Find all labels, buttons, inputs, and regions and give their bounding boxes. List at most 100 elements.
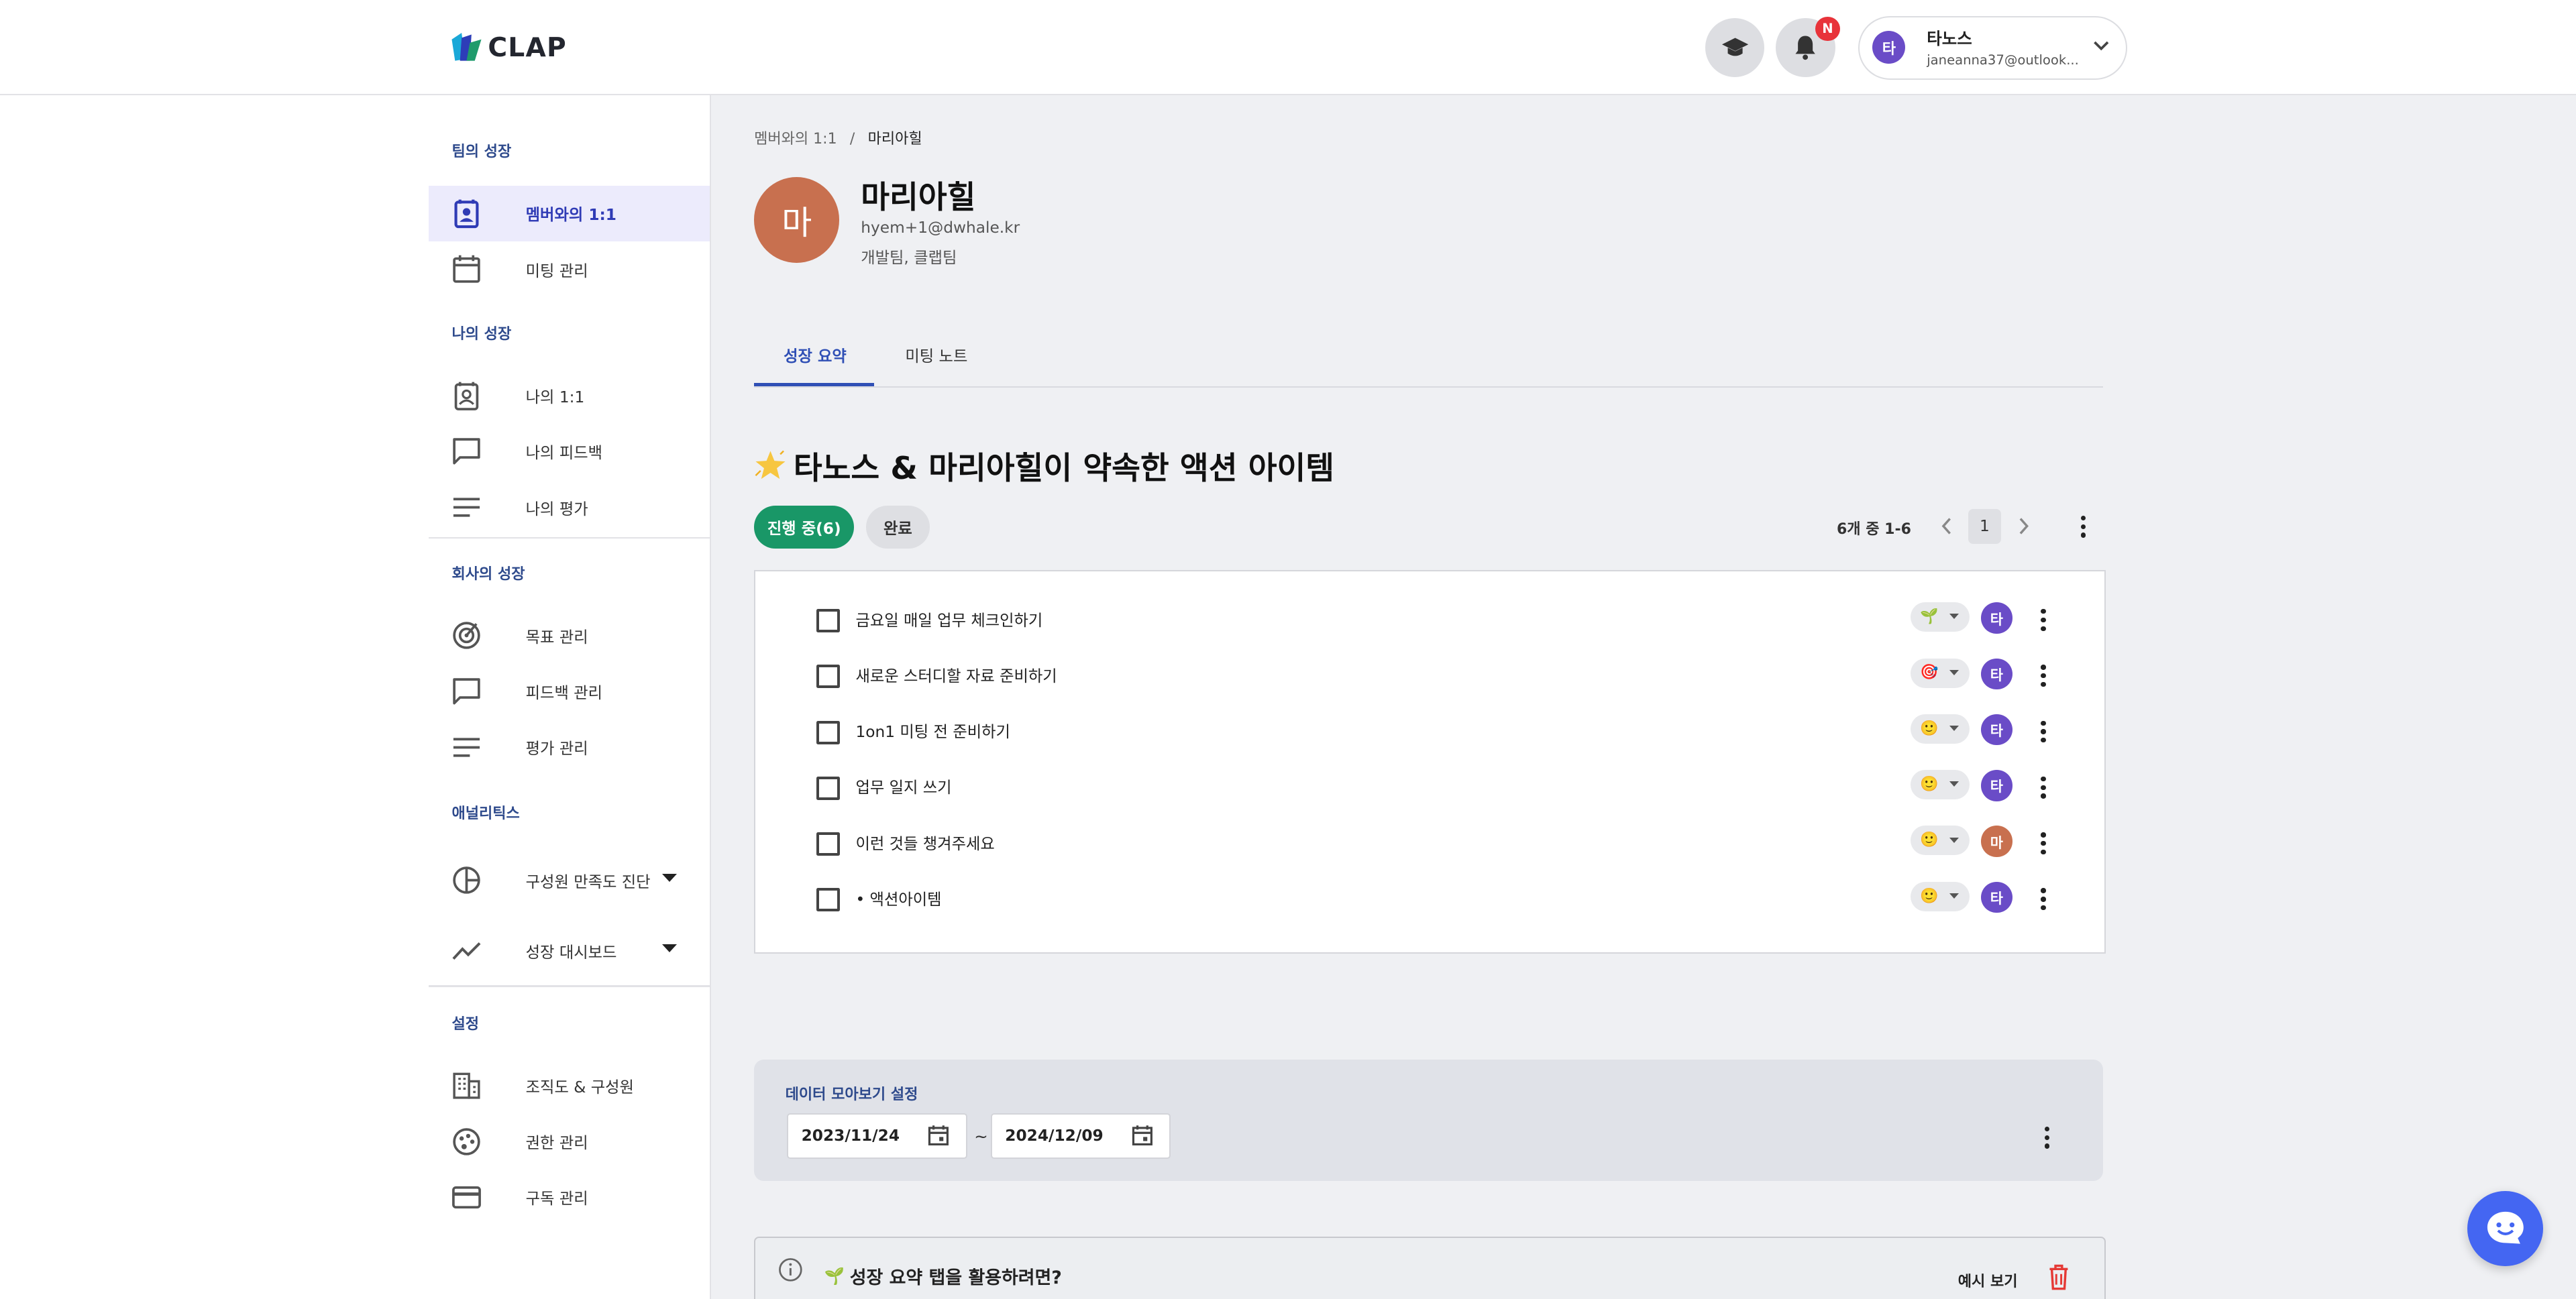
end-date-field[interactable]: 2024/12/09 — [990, 1113, 1171, 1160]
start-date-field[interactable]: 2023/11/24 — [787, 1113, 967, 1160]
action-item-text[interactable]: 이런 것들 챙겨주세요 — [855, 831, 994, 854]
sidebar-item-meetings[interactable]: 미팅 관리 — [429, 241, 710, 297]
page-number-button[interactable]: 1 — [1968, 509, 2001, 544]
action-item-row: 업무 일지 쓰기 🙂 타 — [755, 760, 2104, 815]
top-header: CLAP N 타 타노스 janeanna37@outlook... — [0, 0, 2576, 95]
smile-emoji-icon: 🙂 — [1920, 887, 1939, 905]
calendar-icon[interactable] — [928, 1125, 949, 1146]
sidebar-item-label: 성장 대시보드 — [525, 943, 617, 962]
trend-line-icon — [452, 942, 481, 960]
sidebar-item-feedback-management[interactable]: 피드백 관리 — [429, 663, 710, 719]
chevron-left-icon[interactable] — [1940, 517, 1953, 535]
user-email: janeanna37@outlook... — [1927, 52, 2079, 68]
sidebar-item-label: 평가 관리 — [525, 740, 588, 758]
caret-down-icon — [1949, 781, 1960, 787]
sidebar-item-my-review[interactable]: 나의 평가 — [429, 479, 710, 535]
sidebar-item-growth-dashboard[interactable]: 성장 대시보드 — [429, 923, 710, 978]
action-item-text[interactable]: 1on1 미팅 전 준비하기 — [855, 719, 1010, 742]
emoji-picker[interactable]: 🙂 — [1910, 826, 1970, 856]
data-settings-title: 데이터 모아보기 설정 — [785, 1086, 918, 1103]
user-menu[interactable]: 타 타노스 janeanna37@outlook... — [1858, 16, 2127, 80]
owner-avatar[interactable]: 타 — [1981, 714, 2012, 746]
action-item-row: 이런 것들 챙겨주세요 🙂 마 — [755, 816, 2104, 872]
filter-in-progress-button[interactable]: 진행 중(6) — [754, 506, 855, 549]
more-options-icon[interactable] — [2040, 665, 2047, 687]
credit-card-icon — [452, 1186, 481, 1208]
calendar-icon[interactable] — [1132, 1125, 1153, 1146]
lines-icon — [453, 738, 480, 757]
sidebar-item-goals[interactable]: 목표 관리 — [429, 608, 710, 663]
breadcrumb: 멤버와의 1:1 / 마리아힐 — [754, 127, 922, 148]
filter-done-button[interactable]: 완료 — [865, 506, 930, 549]
more-options-icon[interactable] — [2080, 515, 2086, 538]
sidebar-item-my-1on1[interactable]: 나의 1:1 — [429, 368, 710, 424]
emoji-picker[interactable]: 🙂 — [1910, 770, 1970, 800]
sidebar-item-label: 구성원 만족도 진단 — [525, 872, 651, 891]
user-name: 타노스 — [1927, 28, 1972, 48]
sidebar-item-subscription[interactable]: 구독 관리 — [429, 1170, 710, 1225]
tab-active-indicator — [754, 382, 874, 386]
emoji-picker[interactable]: 🙂 — [1910, 714, 1970, 744]
action-item-checkbox[interactable] — [816, 665, 840, 689]
chevron-right-icon[interactable] — [2017, 517, 2031, 535]
sidebar-item-member-1on1[interactable]: 멤버와의 1:1 — [429, 185, 710, 241]
sidebar-item-review-management[interactable]: 평가 관리 — [429, 720, 710, 775]
notification-badge: N — [1815, 16, 1840, 42]
action-item-checkbox[interactable] — [816, 609, 840, 633]
tab-meeting-notes[interactable]: 미팅 노트 — [905, 343, 967, 366]
more-options-icon[interactable] — [2040, 888, 2047, 911]
action-item-checkbox[interactable] — [816, 832, 840, 856]
emoji-picker[interactable]: 🙂 — [1910, 881, 1970, 911]
owner-avatar[interactable]: 타 — [1981, 881, 2012, 913]
caret-down-icon — [1949, 837, 1960, 844]
section-title-company-growth: 회사의 성장 — [451, 565, 525, 583]
more-options-icon[interactable] — [2040, 720, 2047, 743]
more-options-icon[interactable] — [2044, 1127, 2051, 1149]
sidebar-item-org-members[interactable]: 조직도 & 구성원 — [429, 1058, 710, 1113]
action-item-text[interactable]: • 액션아이템 — [855, 887, 941, 909]
action-item-row: 금요일 매일 업무 체크인하기 🌱 타 — [755, 593, 2104, 648]
breadcrumb-current: 마리아힐 — [867, 130, 922, 148]
chat-support-button[interactable] — [2467, 1190, 2544, 1267]
notifications-button[interactable]: N — [1776, 16, 1840, 78]
chat-bubble-icon — [453, 677, 480, 704]
owner-avatar[interactable]: 타 — [1981, 770, 2012, 801]
emoji-picker[interactable]: 🎯 — [1910, 658, 1970, 688]
action-item-checkbox[interactable] — [816, 720, 840, 744]
sidebar-item-permissions[interactable]: 권한 관리 — [429, 1113, 710, 1169]
more-options-icon[interactable] — [2040, 776, 2047, 799]
clap-logo[interactable]: CLAP — [450, 32, 567, 64]
date-range-separator: ~ — [974, 1127, 988, 1146]
action-item-checkbox[interactable] — [816, 888, 840, 912]
sidebar-item-label: 나의 1:1 — [525, 388, 585, 407]
owner-avatar[interactable]: 마 — [1981, 826, 2012, 857]
more-options-icon[interactable] — [2040, 609, 2047, 631]
sidebar-item-label: 피드백 관리 — [525, 684, 603, 703]
action-item-text[interactable]: 새로운 스터디할 자료 준비하기 — [855, 663, 1057, 686]
action-item-checkbox[interactable] — [816, 776, 840, 800]
trash-icon[interactable] — [2048, 1264, 2070, 1290]
action-item-text[interactable]: 업무 일지 쓰기 — [855, 775, 951, 797]
sprout-emoji-icon: 🌱 — [1920, 608, 1939, 626]
emoji-picker[interactable]: 🌱 — [1910, 602, 1970, 632]
building-icon — [453, 1072, 480, 1099]
caret-down-icon[interactable] — [661, 944, 677, 952]
profile-email: hyem+1@dwhale.kr — [861, 218, 1020, 237]
profile-teams: 개발팀, 클랩팀 — [861, 248, 957, 267]
smile-emoji-icon: 🙂 — [1920, 720, 1939, 737]
academy-button[interactable] — [1705, 17, 1765, 78]
breadcrumb-parent[interactable]: 멤버와의 1:1 — [754, 131, 837, 148]
graduation-cap-icon — [1721, 38, 1748, 56]
owner-avatar[interactable]: 타 — [1981, 658, 2012, 690]
more-options-icon[interactable] — [2040, 832, 2047, 854]
view-example-button[interactable]: 예시 보기 — [1958, 1269, 2018, 1291]
sidebar-item-satisfaction-survey[interactable]: 구성원 만족도 진단 — [429, 852, 710, 908]
owner-avatar[interactable]: 타 — [1981, 602, 2012, 634]
action-item-text[interactable]: 금요일 매일 업무 체크인하기 — [855, 608, 1042, 630]
profile-name: 마리아힐 — [861, 179, 976, 216]
section-title-analytics: 애널리틱스 — [451, 805, 520, 823]
caret-down-icon[interactable] — [661, 873, 677, 882]
contact-card-icon — [454, 199, 479, 229]
tab-growth-summary[interactable]: 성장 요약 — [784, 343, 847, 366]
sidebar-item-my-feedback[interactable]: 나의 피드백 — [429, 424, 710, 479]
